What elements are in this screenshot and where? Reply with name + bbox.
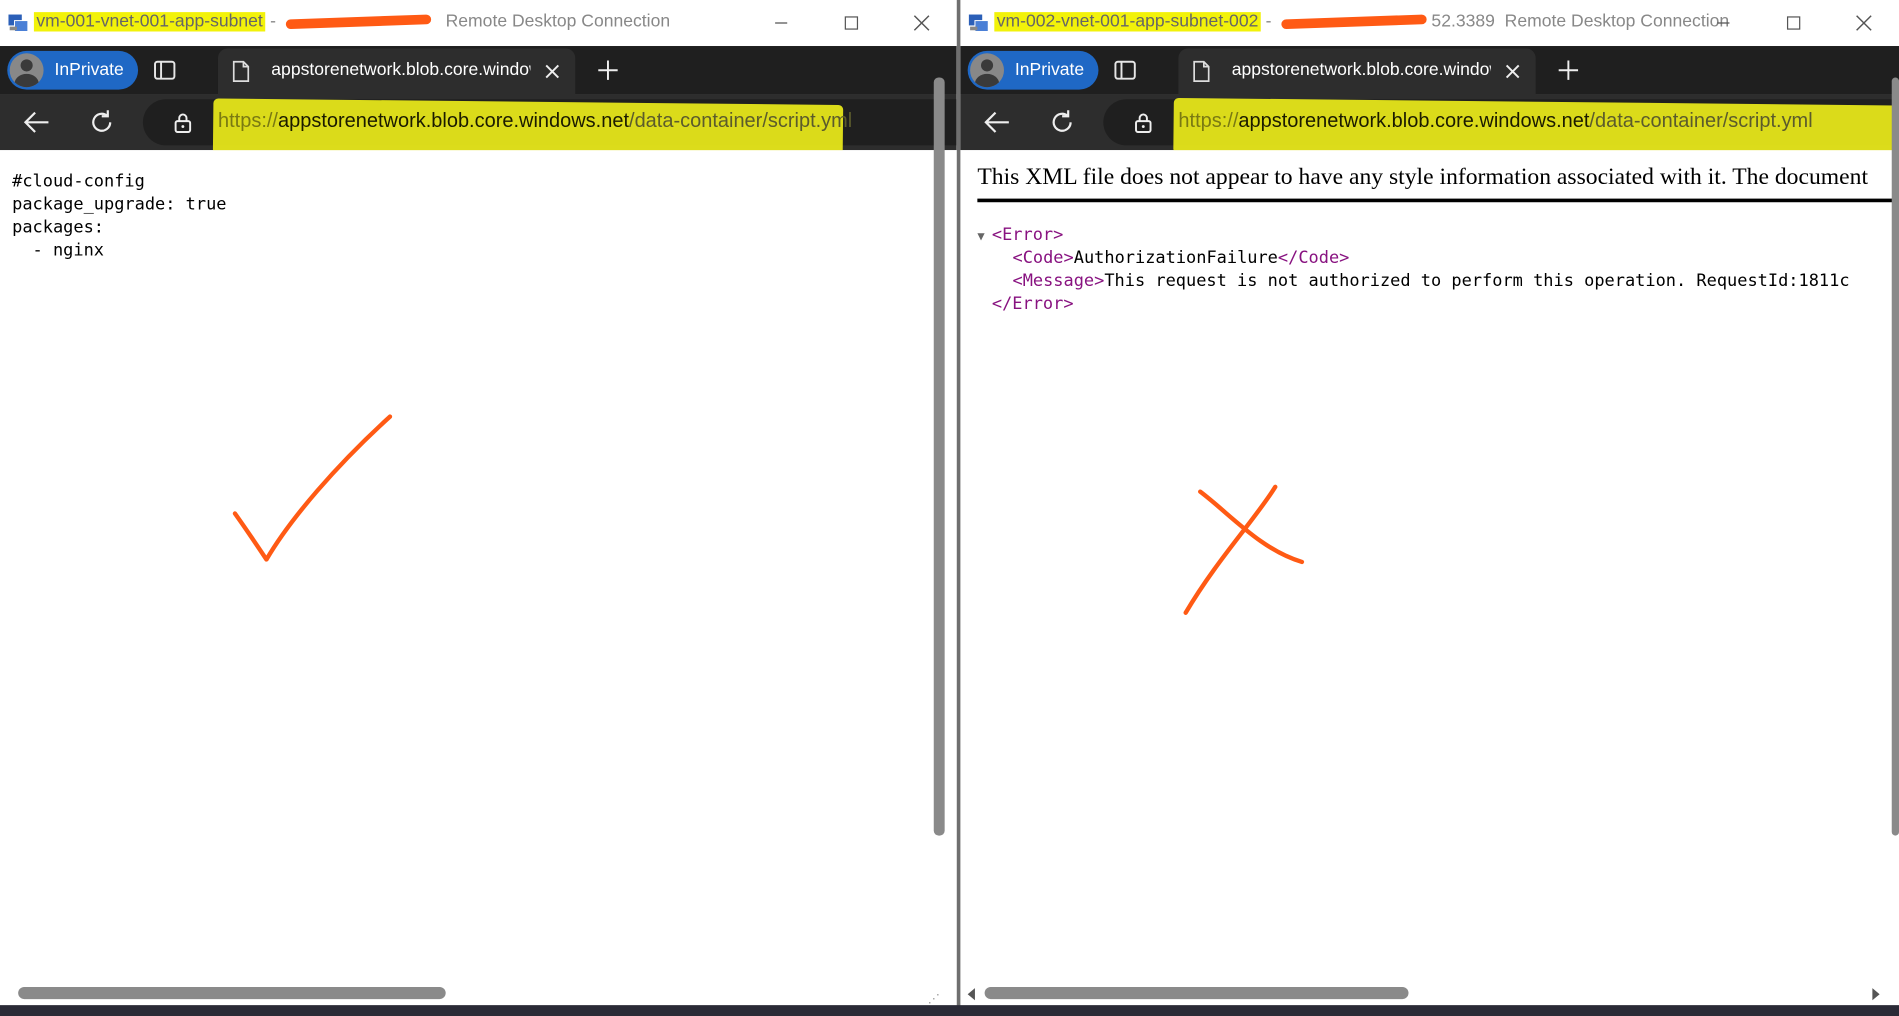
refresh-icon[interactable] xyxy=(87,108,116,137)
redaction-scribble xyxy=(285,14,432,30)
minimize-button[interactable] xyxy=(1688,0,1758,46)
close-button[interactable] xyxy=(887,0,957,46)
inprivate-button[interactable]: InPrivate xyxy=(7,50,139,90)
tab-close-icon[interactable] xyxy=(541,61,563,83)
tab-title: appstorenetwork.blob.core.windows.net/da… xyxy=(1231,60,1491,80)
yaml-line: #cloud-config xyxy=(12,171,145,192)
page-content: #cloud-config package_upgrade: true pack… xyxy=(0,77,957,1016)
refresh-icon[interactable] xyxy=(1048,108,1077,137)
horizontal-scrollbar[interactable] xyxy=(984,986,1409,1000)
title-suffix: 52.3389 xyxy=(1431,12,1495,32)
browser-nav-bar: https://appstorenetwork.blob.core.window… xyxy=(0,94,957,161)
yaml-line: - nginx xyxy=(12,240,104,261)
inprivate-label: InPrivate xyxy=(54,60,124,80)
xml-value: This request is not authorized to perfor… xyxy=(1104,271,1850,291)
file-icon xyxy=(1193,60,1210,82)
xml-value: AuthorizationFailure xyxy=(1073,248,1278,268)
profile-avatar-icon xyxy=(970,53,1005,88)
back-arrow-icon[interactable] xyxy=(22,109,51,136)
rdp-window-right: vm-002-vnet-001-app-subnet-002 - 52.3389… xyxy=(956,0,1899,1016)
xml-tag: </Code> xyxy=(1277,248,1350,268)
url-path: /data-container/script.yml xyxy=(1589,110,1813,132)
maximize-icon xyxy=(1786,16,1801,30)
vertical-scrollbar[interactable] xyxy=(1891,77,1899,836)
url-text[interactable]: https://appstorenetwork.blob.core.window… xyxy=(218,110,852,133)
cross-annotation-icon xyxy=(1183,484,1305,615)
url-protocol: https:// xyxy=(217,110,278,132)
lock-icon[interactable] xyxy=(1132,111,1154,133)
scroll-left-icon[interactable] xyxy=(965,987,977,1002)
remote-desktop-icon xyxy=(968,14,989,32)
close-icon xyxy=(1856,15,1872,31)
yaml-content: #cloud-config package_upgrade: true pack… xyxy=(12,171,226,263)
close-button[interactable] xyxy=(1829,0,1899,46)
page-content: This XML file does not appear to have an… xyxy=(960,77,1899,1016)
maximize-button[interactable] xyxy=(816,0,886,46)
xml-tag: </Error> xyxy=(991,294,1074,314)
title-bar[interactable]: vm-001-vnet-001-app-subnet - Remote Desk… xyxy=(0,0,957,47)
minimize-icon xyxy=(1717,22,1730,24)
screen: vm-001-vnet-001-app-subnet - Remote Desk… xyxy=(0,0,1899,1016)
rdp-window-left: vm-001-vnet-001-app-subnet - Remote Desk… xyxy=(0,0,957,1016)
address-bar[interactable]: https://appstorenetwork.blob.core.window… xyxy=(142,98,957,161)
checkmark-annotation-icon xyxy=(232,414,393,562)
xml-tag: <Code> xyxy=(1012,248,1074,268)
tab-title: appstorenetwork.blob.core.windows.net/da… xyxy=(271,60,530,80)
profile-avatar-icon xyxy=(9,53,44,88)
yaml-line: package_upgrade: true xyxy=(12,194,227,215)
collapse-triangle-icon[interactable]: ▼ xyxy=(977,225,992,248)
browser-tab-strip: InPrivate appstorenetwork.blob.core.wind… xyxy=(0,46,957,95)
window-title: vm-002-vnet-001-app-subnet-002 - 52.3389… xyxy=(994,12,1729,32)
redaction-scribble xyxy=(1281,14,1427,30)
remote-desktop-icon xyxy=(8,14,29,32)
app-name: Remote Desktop Connection xyxy=(445,12,671,32)
url-protocol: https:// xyxy=(1178,110,1239,132)
browser-tab-strip: InPrivate appstorenetwork.blob.core.wind… xyxy=(960,46,1899,95)
horizontal-scrollbar[interactable] xyxy=(18,986,446,1000)
xml-tag: <Message> xyxy=(1012,271,1105,291)
inprivate-button[interactable]: InPrivate xyxy=(967,50,1099,90)
url-host: appstorenetwork.blob.core.windows.net xyxy=(1238,110,1590,132)
address-bar[interactable]: https://appstorenetwork.blob.core.window… xyxy=(1103,97,1899,162)
window-title: vm-001-vnet-001-app-subnet - Remote Desk… xyxy=(33,12,671,32)
lock-icon[interactable] xyxy=(172,111,194,133)
title-separator: - xyxy=(270,12,276,32)
minimize-button[interactable] xyxy=(746,0,816,46)
file-icon xyxy=(232,60,250,82)
url-text[interactable]: https://appstorenetwork.blob.core.window… xyxy=(1178,110,1812,133)
close-icon xyxy=(913,15,930,31)
window-controls xyxy=(1688,0,1899,46)
vm-name: vm-002-vnet-001-app-subnet-002 xyxy=(994,12,1261,32)
url-host: appstorenetwork.blob.core.windows.net xyxy=(277,110,630,132)
browser-nav-bar: https://appstorenetwork.blob.core.window… xyxy=(960,94,1899,162)
vm-name: vm-001-vnet-001-app-subnet xyxy=(33,12,266,32)
new-tab-icon[interactable] xyxy=(593,56,622,85)
maximize-icon xyxy=(844,16,859,30)
title-bar[interactable]: vm-002-vnet-001-app-subnet-002 - 52.3389… xyxy=(960,0,1899,47)
browser-tab[interactable]: appstorenetwork.blob.core.windows.net/da… xyxy=(1178,48,1536,95)
vertical-scrollbar[interactable] xyxy=(933,77,945,836)
tab-actions-icon[interactable] xyxy=(1113,58,1137,82)
xml-style-notice: This XML file does not appear to have an… xyxy=(977,164,1869,191)
maximize-button[interactable] xyxy=(1759,0,1829,46)
desktop-strip xyxy=(0,1005,1899,1016)
browser-tab[interactable]: appstorenetwork.blob.core.windows.net/da… xyxy=(217,48,576,95)
new-tab-icon[interactable] xyxy=(1554,56,1583,85)
xml-tree: ▼ <Error> <Code>AuthorizationFailure</Cod… xyxy=(977,224,1849,316)
back-arrow-icon[interactable] xyxy=(982,109,1011,136)
divider xyxy=(977,198,1898,203)
title-separator: - xyxy=(1265,12,1272,32)
url-path: /data-container/script.yml xyxy=(629,110,853,132)
tab-close-icon[interactable] xyxy=(1502,61,1524,83)
window-controls xyxy=(746,0,957,46)
yaml-line: packages: xyxy=(12,217,104,238)
inprivate-label: InPrivate xyxy=(1014,60,1085,80)
tab-actions-icon[interactable] xyxy=(153,58,177,82)
scroll-right-icon[interactable] xyxy=(1870,987,1882,1002)
minimize-icon xyxy=(775,22,788,24)
xml-tag: <Error> xyxy=(991,225,1064,245)
